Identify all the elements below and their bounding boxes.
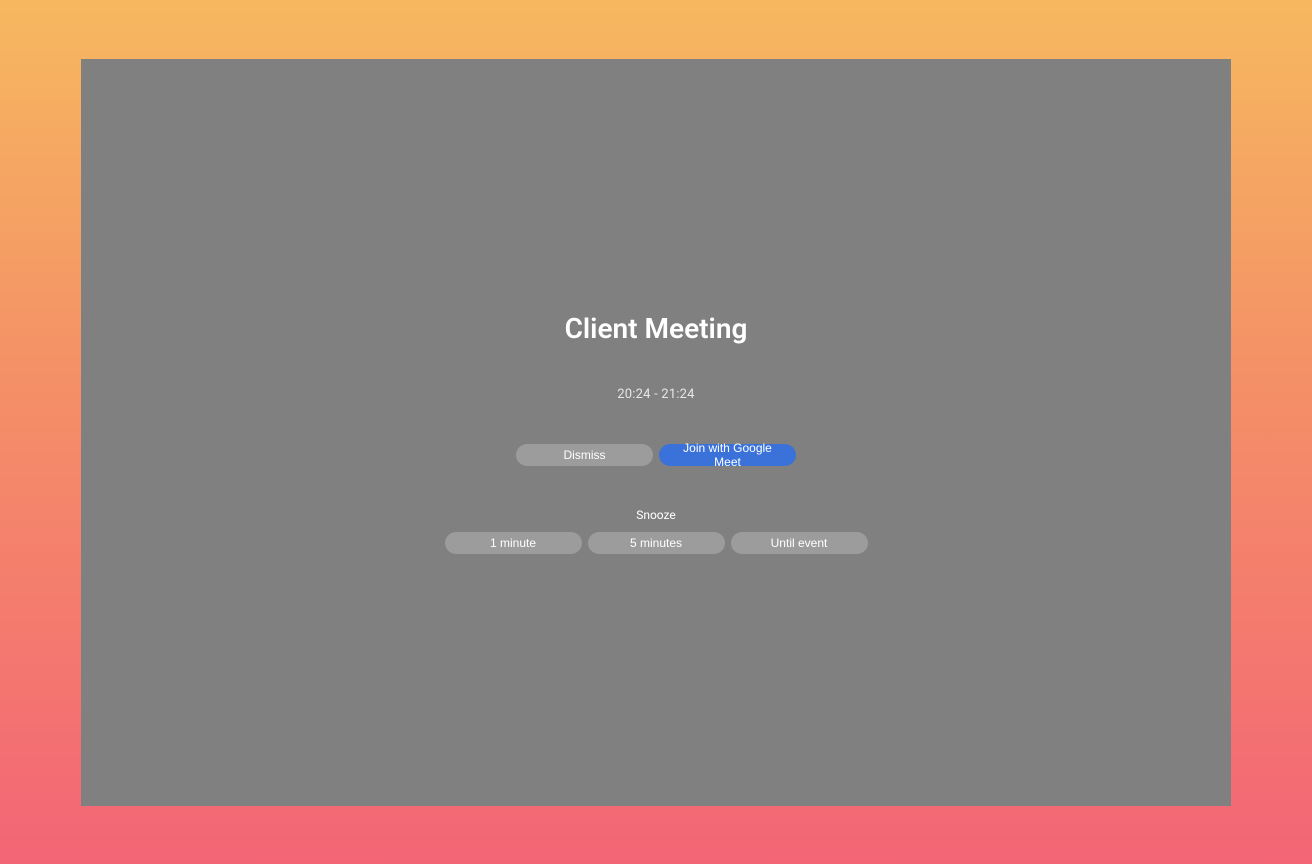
event-time-range: 20:24 - 21:24 [617,387,694,402]
snooze-label: Snooze [636,508,676,522]
join-meeting-button[interactable]: Join with Google Meet [659,444,796,466]
reminder-overlay: Client Meeting 20:24 - 21:24 Dismiss Joi… [81,59,1231,806]
snooze-1-minute-button[interactable]: 1 minute [445,532,582,554]
snooze-row: 1 minute 5 minutes Until event [445,532,868,554]
snooze-5-minutes-button[interactable]: 5 minutes [588,532,725,554]
event-title: Client Meeting [565,312,748,345]
reminder-panel: Client Meeting 20:24 - 21:24 Dismiss Joi… [81,312,1231,554]
action-row: Dismiss Join with Google Meet [516,444,796,466]
dismiss-button[interactable]: Dismiss [516,444,653,466]
snooze-until-event-button[interactable]: Until event [731,532,868,554]
